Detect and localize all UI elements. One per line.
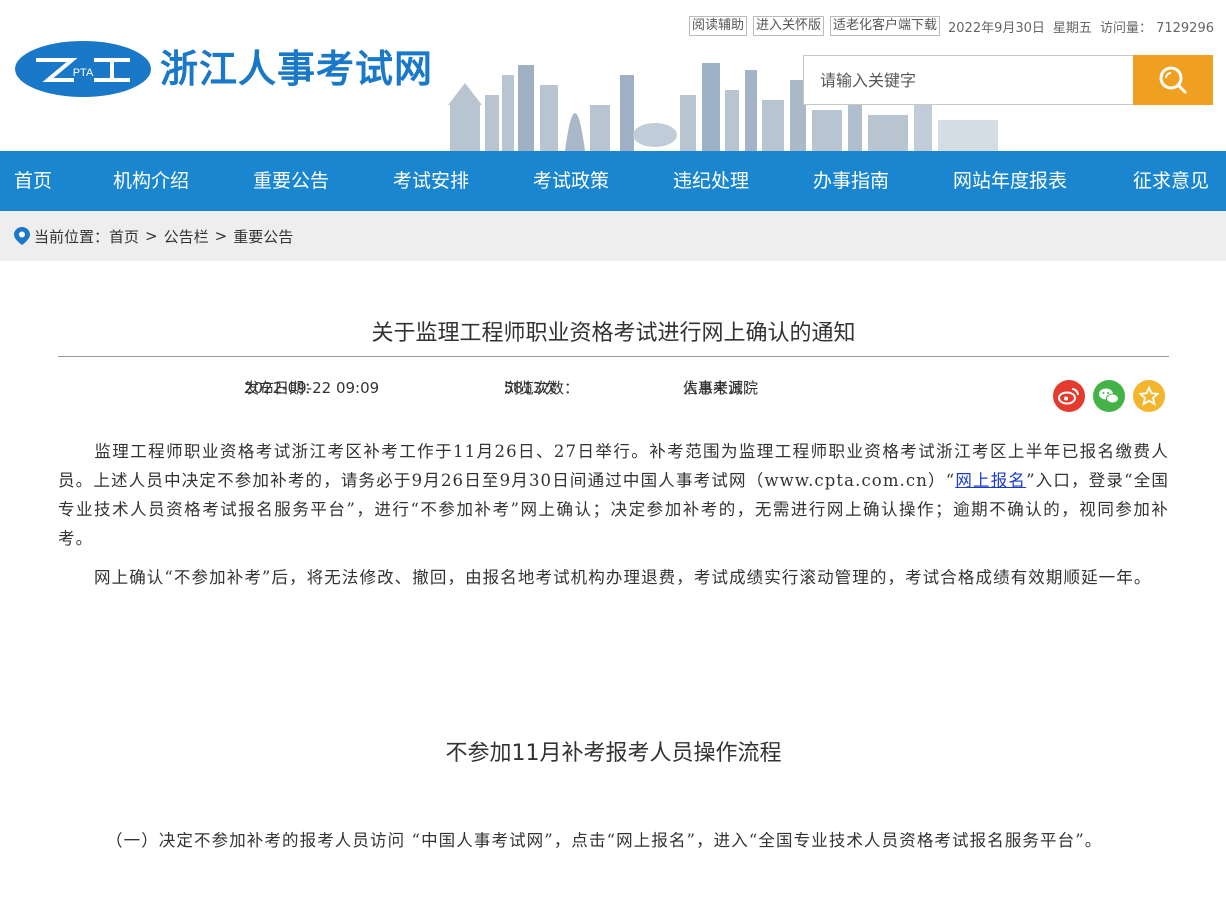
reading-aid-button[interactable]: 阅读辅助 (688, 16, 747, 36)
wechat-icon (1099, 388, 1119, 404)
nav-announcements[interactable]: 重要公告 (253, 151, 329, 211)
online-registration-link[interactable]: 网上报名 (955, 471, 1026, 490)
paragraph-3-text: （一）决定不参加补考的报考人员访问 “中国人事考试网”，点击“网上报名”，进入“… (106, 831, 1103, 850)
visits-label: 访问量： (1099, 20, 1152, 36)
breadcrumb-separator: > (145, 227, 158, 245)
current-date: 2022年9月30日 (948, 20, 1045, 36)
paragraph-2: 网上确认“不参加补考”后，将无法修改、撤回，由报名地考试机构办理退费，考试成绩实… (58, 563, 1169, 592)
utility-bar: 阅读辅助 进入关怀版 适老化客户端下载 2022年9月30日 星期五 访问量： … (688, 16, 1214, 36)
nav-feedback[interactable]: 征求意见 (1133, 151, 1209, 211)
weibo-icon (1058, 388, 1079, 405)
breadcrumb-announcements[interactable]: 重要公告 (233, 226, 293, 247)
nav-exam-schedule[interactable]: 考试安排 (393, 151, 469, 211)
breadcrumb-bulletin[interactable]: 公告栏 (164, 226, 209, 247)
search-icon (1159, 66, 1187, 94)
title-divider (58, 356, 1169, 357)
main-nav: 首页 机构介绍 重要公告 考试安排 考试政策 违纪处理 办事指南 网站年度报表 … (0, 151, 1226, 211)
paragraph-2-text: 网上确认“不参加补考”后，将无法修改、撤回，由报名地考试机构办理退费，考试成绩实… (94, 568, 1152, 587)
star-icon (1139, 386, 1159, 406)
breadcrumb: 当前位置： 首页 > 公告栏 > 重要公告 (0, 211, 1226, 261)
search-box (803, 55, 1213, 105)
article-title: 关于监理工程师职业资格考试进行网上确认的通知 (371, 321, 856, 346)
views-value: 5813次 (504, 379, 558, 397)
visits-value: 7129296 (1156, 20, 1214, 36)
search-input[interactable] (803, 55, 1133, 105)
nav-violations[interactable]: 违纪处理 (673, 151, 749, 211)
nav-about[interactable]: 机构介绍 (113, 151, 189, 211)
search-button[interactable] (1133, 55, 1213, 105)
paragraph-3: （一）决定不参加补考的报考人员访问 “中国人事考试网”，点击“网上报名”，进入“… (58, 818, 1169, 863)
nav-guide[interactable]: 办事指南 (813, 151, 889, 211)
location-pin-icon (14, 227, 30, 245)
logo-text: PTA (73, 67, 94, 79)
visit-count: 访问量： 7129296 (1100, 17, 1214, 36)
care-version-button[interactable]: 进入关怀版 (752, 16, 824, 36)
site-title[interactable]: 浙江人事考试网 (160, 42, 433, 96)
pta-logo[interactable]: PTA (14, 40, 152, 98)
nav-home[interactable]: 首页 (14, 151, 52, 211)
breadcrumb-label: 当前位置： (34, 227, 110, 246)
section-title: 不参加11月补考报考人员操作流程 (445, 741, 782, 766)
share-weibo-button[interactable] (1053, 380, 1085, 412)
elderly-download-button[interactable]: 适老化客户端下载 (830, 16, 941, 36)
publish-value: 2022-09-22 09:09 (244, 379, 380, 397)
favorite-button[interactable] (1133, 380, 1165, 412)
breadcrumb-separator: > (214, 227, 228, 245)
current-weekday: 星期五 (1052, 20, 1092, 36)
source-value: 人事考试院 (683, 379, 759, 397)
nav-annual-report[interactable]: 网站年度报表 (953, 151, 1067, 211)
share-wechat-button[interactable] (1093, 380, 1125, 412)
site-header: PTA 浙江人事考试网 阅读辅助 进入关怀版 适老化客户端下载 2022年9月3… (0, 0, 1226, 151)
breadcrumb-home[interactable]: 首页 (109, 226, 139, 247)
nav-exam-policy[interactable]: 考试政策 (533, 151, 609, 211)
paragraph-1: 监理工程师职业资格考试浙江考区补考工作于11月26日、27日举行。补考范围为监理… (58, 437, 1169, 553)
